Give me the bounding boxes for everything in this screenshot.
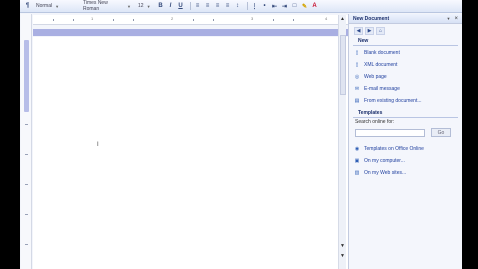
font-color-icon[interactable]: A [311,3,318,10]
search-row: Go [349,127,462,138]
ruler-number: 2 [171,16,174,21]
bullets-icon[interactable]: • [261,3,268,10]
ruler-tick [193,19,194,21]
ruler-number: 3 [251,16,254,21]
globe-icon: ◉ [354,146,360,152]
line-spacing-icon[interactable]: ↕ [234,3,241,10]
link-label: Web page [364,74,387,80]
italic-button[interactable]: I [167,3,174,10]
templates-online-link[interactable]: ◉ Templates on Office Online [349,143,462,155]
scroll-down-icon[interactable]: ▼ [340,243,346,249]
justify-icon[interactable]: ≡ [224,3,231,10]
font-size-dropdown[interactable]: 12 ▼ [136,2,154,10]
close-icon[interactable]: × [454,16,458,22]
ruler-number: 4 [325,16,328,21]
blank-document-icon: ▯ [355,50,359,56]
ruler-tick [25,184,28,185]
highlight-icon[interactable]: ✎ [301,3,308,10]
ruler-tick [53,19,54,21]
blank-document-link[interactable]: ▯ Blank document [349,47,462,59]
web-page-link[interactable]: ◎ Web page [349,71,462,83]
forward-icon[interactable]: ▶ [365,26,374,35]
bold-button[interactable]: B [157,3,164,10]
align-left-icon[interactable]: ≡ [194,3,201,10]
ruler-number: 1 [91,16,94,21]
web-page-icon: ◎ [354,74,360,80]
border-icon[interactable]: □ [291,3,298,10]
ruler-tick [25,214,28,215]
back-icon[interactable]: ◀ [354,26,363,35]
style-dropdown[interactable]: Normal ▼ [34,2,78,10]
on-my-web-sites-link[interactable]: ▥ On my Web sites... [349,167,462,179]
from-existing-link[interactable]: ▤ From existing document... [349,95,462,107]
xml-document-link[interactable]: ▯ XML document [349,59,462,71]
email-message-link[interactable]: ✉ E-mail message [349,83,462,95]
ruler-tick [213,19,214,21]
align-center-icon[interactable]: ≡ [204,3,211,10]
section-new-heading: New [353,38,458,46]
link-label: Blank document [364,50,400,56]
font-value: Times New Roman [83,0,108,12]
chevron-down-icon: ▼ [55,3,60,9]
section-templates-heading: Templates [353,110,458,118]
existing-document-icon: ▤ [354,98,360,104]
toolbar-separator [247,2,248,10]
page-top-margin-bar [33,29,351,36]
search-label: Search online for: [355,119,395,125]
on-my-computer-link[interactable]: ▣ On my computer... [349,155,462,167]
toolbar-separator [190,2,191,10]
scrollbar-thumb[interactable] [340,35,346,95]
chevron-down-icon[interactable]: ▼ [447,16,451,21]
scroll-up-icon[interactable]: ▲ [340,16,346,22]
web-sites-icon: ▥ [354,170,360,176]
task-pane: New Document ▼ × ◀ ▶ ⌂ New ▯ Blank docum… [348,14,462,269]
increase-indent-icon[interactable]: ⇥ [281,3,288,10]
word-window: ¶ Normal ▼ Times New Roman ▼ 12 ▼ B I U … [20,0,462,269]
chevron-down-icon: ▼ [146,3,151,9]
next-page-icon[interactable]: ▼ [340,253,346,259]
link-label: Templates on Office Online [364,146,424,152]
link-label: On my computer... [364,158,405,164]
document-page[interactable]: I [33,37,349,269]
decrease-indent-icon[interactable]: ⇤ [271,3,278,10]
vertical-ruler[interactable] [21,14,32,269]
link-label: XML document [364,62,398,68]
formatting-toolbar: ¶ Normal ▼ Times New Roman ▼ 12 ▼ B I U … [20,0,462,13]
task-pane-header: New Document ▼ × [349,14,462,24]
email-icon: ✉ [354,86,360,92]
go-button[interactable]: Go [431,128,451,137]
ruler-tick [25,154,28,155]
ruler-tick [25,244,28,245]
home-icon[interactable]: ⌂ [376,26,385,35]
link-label: From existing document... [364,98,422,104]
ruler-tick [273,19,274,21]
vertical-ruler-margin [24,40,29,112]
xml-document-icon: ▯ [355,62,359,68]
ruler-tick [25,124,28,125]
task-pane-nav: ◀ ▶ ⌂ [349,26,462,35]
ruler-tick [113,19,114,21]
link-label: E-mail message [364,86,400,92]
font-dropdown[interactable]: Times New Roman ▼ [81,0,133,12]
ruler-tick [73,19,74,21]
search-input[interactable] [355,128,425,137]
horizontal-ruler[interactable]: 1 2 3 4 [33,15,351,25]
text-cursor-icon: I [97,142,99,148]
numbering-icon[interactable]: ⋮ [251,3,258,10]
link-label: On my Web sites... [364,170,407,176]
underline-button[interactable]: U [177,3,184,10]
font-size-value: 12 [138,3,144,9]
ruler-tick [293,19,294,21]
task-pane-title: New Document [353,15,390,22]
align-right-icon[interactable]: ≡ [214,3,221,10]
chevron-down-icon: ▼ [127,3,131,9]
vertical-scrollbar[interactable]: ▲ ▼ ▼ [338,15,346,269]
computer-icon: ▣ [354,158,360,164]
ruler-tick [133,19,134,21]
styles-icon[interactable]: ¶ [24,3,31,10]
style-value: Normal [36,3,53,9]
